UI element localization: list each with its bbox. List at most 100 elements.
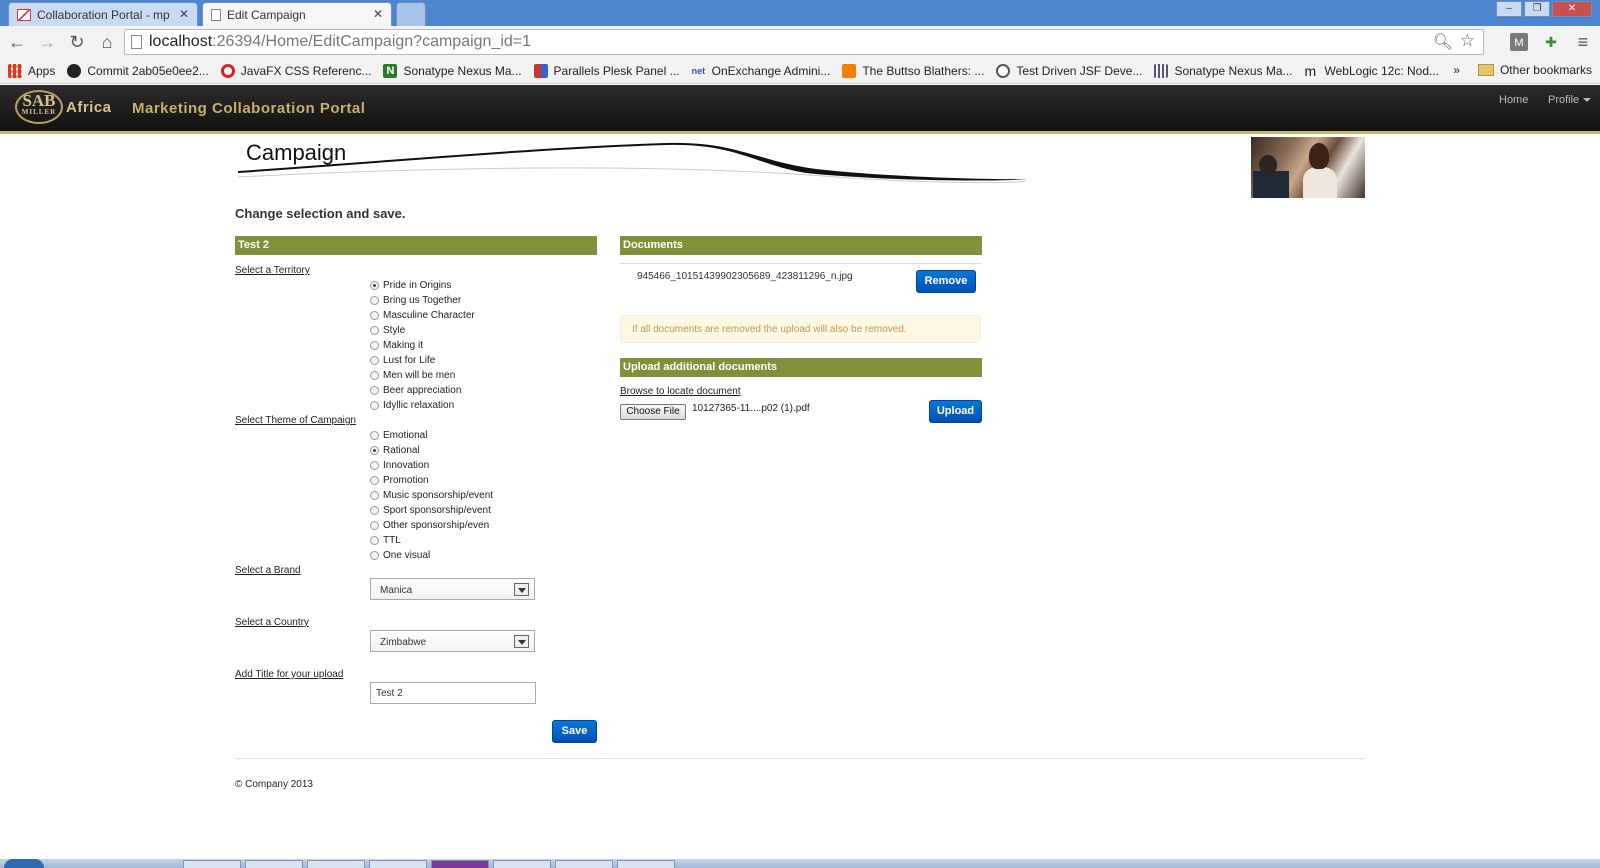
bookmark-jsf[interactable]: Test Driven JSF Deve...	[996, 63, 1142, 78]
radio-button[interactable]	[370, 341, 379, 350]
radio-button[interactable]	[370, 281, 379, 290]
star-icon[interactable]: ☆	[1460, 31, 1475, 51]
taskbar-item[interactable]	[183, 860, 241, 868]
dropdown-arrow-icon[interactable]	[514, 635, 529, 648]
bookmark-nexus-2[interactable]: Sonatype Nexus Ma...	[1154, 63, 1293, 78]
restore-icon[interactable]: ❐	[1524, 1, 1550, 17]
bookmark-javafx[interactable]: JavaFX CSS Referenc...	[220, 63, 371, 78]
bookmarks-bar: Apps Commit 2ab05e0ee2... JavaFX CSS Ref…	[0, 58, 1600, 84]
territory-option[interactable]: Pride in Origins	[370, 278, 475, 293]
logo-subtext: MILLER	[21, 108, 57, 116]
bookmark-onexchange[interactable]: net OnExchange Admini...	[692, 64, 831, 78]
radio-button[interactable]	[370, 446, 379, 455]
reload-icon[interactable]: ↻	[64, 29, 90, 55]
bookmark-buttso[interactable]: The Buttso Blathers: ...	[842, 63, 984, 78]
tab-collaboration-portal[interactable]: Collaboration Portal - mp ✕	[8, 2, 198, 26]
choose-file-button[interactable]: Choose File	[620, 404, 686, 420]
country-label: Select a Country	[235, 617, 309, 628]
option-label: Making it	[383, 340, 424, 351]
territory-option[interactable]: Lust for Life	[370, 353, 475, 368]
sab-miller-logo[interactable]: SAB MILLER	[15, 90, 63, 124]
puzzle-extension-icon[interactable]: ✚	[1541, 32, 1561, 52]
other-bookmarks[interactable]: Other bookmarks	[1500, 63, 1592, 77]
radio-button[interactable]	[370, 296, 379, 305]
window-close-icon[interactable]: ✕	[1552, 1, 1592, 17]
dropdown-arrow-icon[interactable]	[514, 583, 529, 596]
caret-down-icon	[1583, 98, 1592, 103]
remove-button[interactable]: Remove	[916, 270, 976, 293]
bookmark-weblogic[interactable]: m WebLogic 12c: Nod...	[1305, 64, 1440, 78]
country-select[interactable]: Zimbabwe	[370, 630, 535, 652]
territory-option[interactable]: Idyllic relaxation	[370, 398, 475, 413]
taskbar-item[interactable]	[307, 860, 365, 868]
portal-title[interactable]: Marketing Collaboration Portal	[132, 100, 365, 117]
territory-option[interactable]: Masculine Character	[370, 308, 475, 323]
radio-button[interactable]	[370, 401, 379, 410]
radio-button[interactable]	[370, 491, 379, 500]
option-label: Men will be men	[383, 370, 456, 381]
radio-button[interactable]	[370, 536, 379, 545]
start-button-icon[interactable]	[4, 859, 44, 868]
extension-m-icon[interactable]: M	[1510, 33, 1528, 51]
theme-option[interactable]: Other sponsorship/even	[370, 518, 493, 533]
territory-option[interactable]: Making it	[370, 338, 475, 353]
radio-button[interactable]	[370, 326, 379, 335]
search-icon[interactable]: 🔍︎	[1433, 32, 1453, 52]
address-bar[interactable]: localhost:26394/Home/EditCampaign?campai…	[124, 29, 1484, 55]
bookmark-plesk[interactable]: Parallels Plesk Panel ...	[533, 63, 680, 78]
close-icon[interactable]: ✕	[179, 7, 189, 21]
taskbar-item[interactable]	[617, 860, 675, 868]
forward-arrow-icon[interactable]: →	[34, 29, 60, 55]
radio-button[interactable]	[370, 476, 379, 485]
new-tab-button[interactable]	[396, 2, 426, 26]
territory-option[interactable]: Bring us Together	[370, 293, 475, 308]
theme-option[interactable]: One visual	[370, 548, 493, 563]
save-button[interactable]: Save	[552, 720, 597, 743]
radio-button[interactable]	[370, 311, 379, 320]
theme-option[interactable]: TTL	[370, 533, 493, 548]
bookmark-nexus[interactable]: N Sonatype Nexus Ma...	[383, 63, 522, 78]
minimize-icon[interactable]: –	[1496, 1, 1522, 17]
home-icon[interactable]: ⌂	[94, 29, 120, 55]
nav-profile-dropdown[interactable]: Profile	[1548, 94, 1592, 106]
taskbar-item[interactable]	[369, 860, 427, 868]
radio-button[interactable]	[370, 356, 379, 365]
bookmark-commit[interactable]: Commit 2ab05e0ee2...	[67, 63, 209, 78]
radio-button[interactable]	[370, 551, 379, 560]
upload-title-label: Add Title for your upload	[235, 669, 344, 680]
theme-option[interactable]: Rational	[370, 443, 493, 458]
theme-option[interactable]: Innovation	[370, 458, 493, 473]
taskbar-item[interactable]	[431, 860, 489, 868]
bookmarks-overflow-icon[interactable]: »	[1453, 63, 1460, 77]
bookmark-apps[interactable]: Apps	[8, 63, 55, 78]
back-arrow-icon[interactable]: ←	[4, 29, 30, 55]
radio-button[interactable]	[370, 371, 379, 380]
taskbar-item[interactable]	[493, 860, 551, 868]
menu-icon[interactable]: ≡	[1573, 32, 1593, 52]
theme-option[interactable]: Emotional	[370, 428, 493, 443]
option-label: Lust for Life	[383, 355, 436, 366]
radio-button[interactable]	[370, 506, 379, 515]
theme-option[interactable]: Sport sponsorship/event	[370, 503, 493, 518]
tab-edit-campaign[interactable]: Edit Campaign ✕	[202, 2, 392, 26]
option-label: Innovation	[383, 460, 430, 471]
territory-option[interactable]: Style	[370, 323, 475, 338]
territory-option[interactable]: Beer appreciation	[370, 383, 475, 398]
upload-title-input[interactable]: Test 2	[370, 682, 536, 704]
theme-option[interactable]: Promotion	[370, 473, 493, 488]
close-icon[interactable]: ✕	[373, 7, 383, 21]
plesk-icon	[533, 63, 548, 78]
radio-button[interactable]	[370, 386, 379, 395]
theme-option[interactable]: Music sponsorship/event	[370, 488, 493, 503]
taskbar-item[interactable]	[555, 860, 613, 868]
territory-option[interactable]: Men will be men	[370, 368, 475, 383]
upload-button[interactable]: Upload	[929, 400, 982, 423]
nav-profile-label: Profile	[1548, 94, 1580, 106]
radio-button[interactable]	[370, 461, 379, 470]
radio-button[interactable]	[370, 521, 379, 530]
tab-title: Collaboration Portal - mp	[37, 7, 170, 22]
brand-select[interactable]: Manica	[370, 578, 535, 600]
taskbar-item[interactable]	[245, 860, 303, 868]
nav-home-link[interactable]: Home	[1499, 94, 1528, 106]
radio-button[interactable]	[370, 431, 379, 440]
